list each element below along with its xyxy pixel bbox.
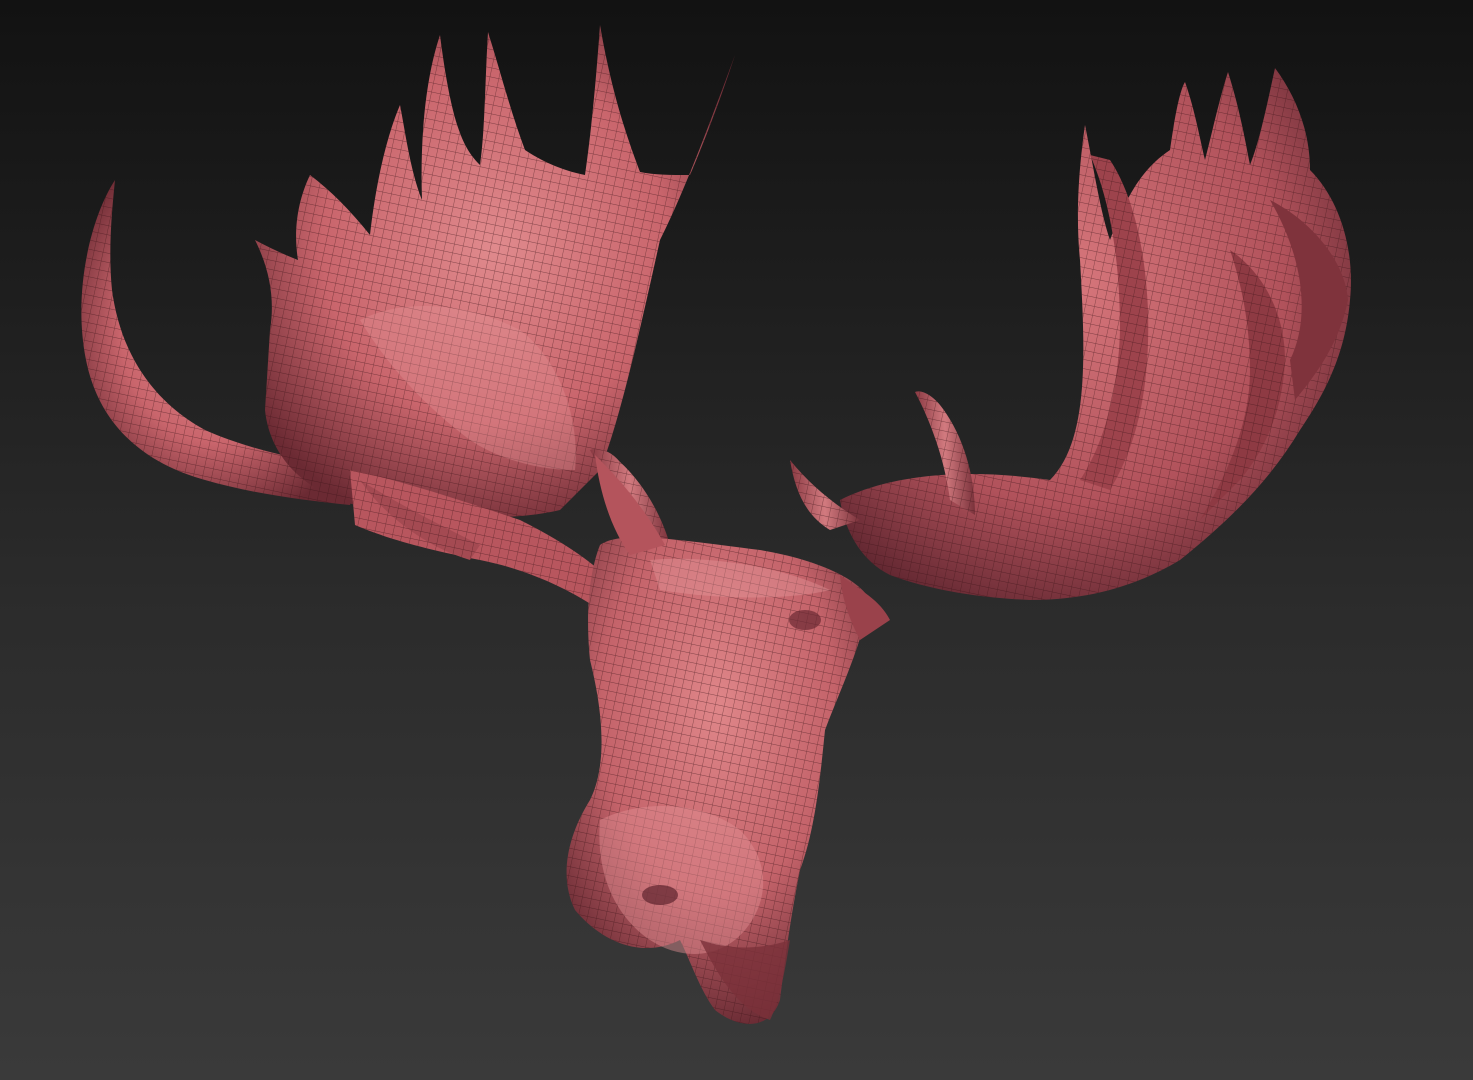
left-ear (595, 455, 665, 555)
eye-socket (789, 610, 821, 630)
right-antler (790, 68, 1351, 600)
nostril (642, 885, 678, 905)
moose-head (566, 455, 890, 1024)
3d-viewport[interactable] (0, 0, 1473, 1080)
moose-head-model[interactable] (0, 0, 1473, 1080)
